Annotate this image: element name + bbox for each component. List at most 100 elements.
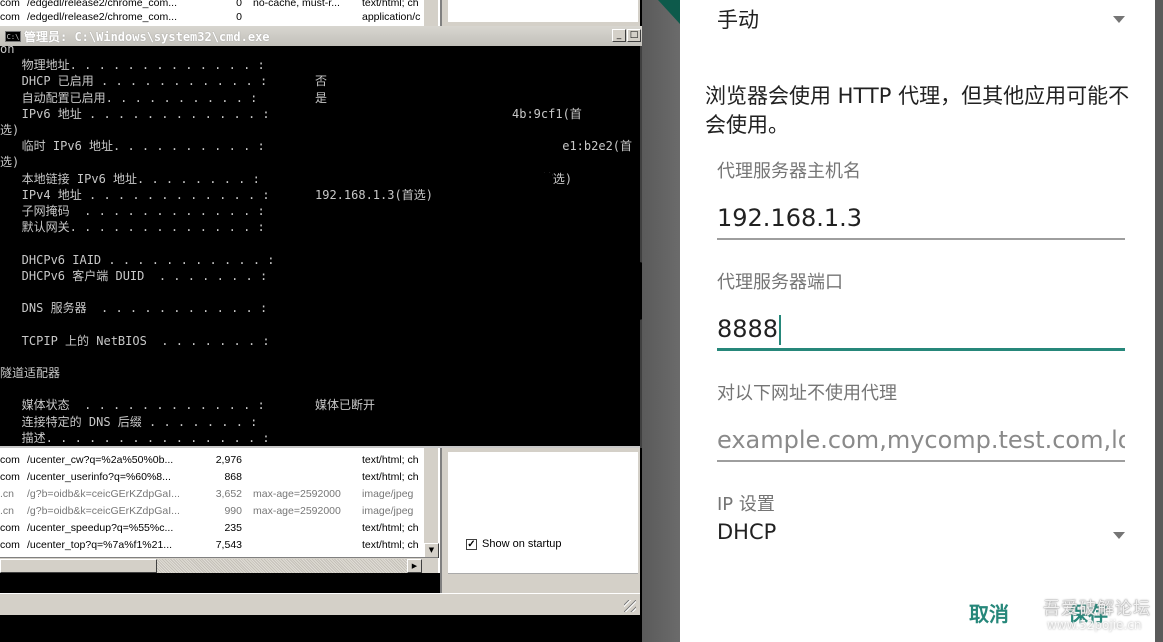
scrollbar-track[interactable] bbox=[157, 559, 407, 573]
console-key: 描述. . . . . . . . . . . . . . . : bbox=[0, 430, 270, 445]
pane-content-top bbox=[448, 0, 638, 22]
scrollbar-thumb[interactable] bbox=[0, 559, 157, 573]
show-on-startup-checkbox[interactable]: ✓ Show on startup bbox=[466, 538, 562, 550]
session-size: 3,652 bbox=[215, 488, 242, 500]
console-key: 默认网关. . . . . . . . . . . . . : bbox=[0, 220, 265, 235]
session-row[interactable]: com/ucenter_userinfo?q=%60%8... 868 text/h… bbox=[0, 469, 425, 486]
console-key: 临时 IPv6 地址. . . . . . . . . . : bbox=[0, 139, 265, 154]
corner-accent bbox=[658, 0, 680, 24]
hostname-input[interactable]: 192.168.1.3 bbox=[717, 200, 1125, 240]
cmd-window: C:\ 管理员: C:\Windows\system32\cmd.exe _ □… bbox=[0, 26, 642, 448]
cancel-button[interactable]: 取消 bbox=[969, 598, 1009, 627]
cmd-console-output[interactable]: on 物理地址. . . . . . . . . . . . . : DHCP … bbox=[0, 46, 640, 448]
session-host: com bbox=[0, 454, 20, 466]
session-url: /g?b=oidb&k=ceicGErKZdpGaI... bbox=[27, 488, 180, 500]
console-line: IPv4 地址 . . . . . . . . . . . . : 192.168… bbox=[0, 187, 433, 203]
watermark-url: www.52pojie.cn bbox=[1047, 618, 1142, 632]
console-line: 默认网关. . . . . . . . . . . . . : bbox=[0, 219, 265, 235]
console-line: DNS 服务器 . . . . . . . . . . . : bbox=[0, 300, 268, 316]
status-bar bbox=[0, 593, 640, 615]
console-line: 媒体状态 . . . . . . . . . . . . : 媒体已断开 bbox=[0, 397, 375, 413]
console-key: 连接特定的 DNS 后缀 . . . . . . . : bbox=[0, 414, 258, 429]
ip-settings-value: DHCP bbox=[717, 520, 777, 544]
proxy-mode-value: 手动 bbox=[717, 8, 759, 32]
show-on-startup-label: Show on startup bbox=[482, 538, 562, 550]
session-size: 235 bbox=[224, 522, 242, 534]
console-key: DHCPv6 客户端 DUID . . . . . . . : bbox=[0, 268, 268, 283]
proxy-mode-dropdown[interactable]: 手动 bbox=[717, 4, 1125, 44]
console-line: DHCPv6 客户端 DUID . . . . . . . : bbox=[0, 268, 268, 284]
console-key: IPv4 地址 . . . . . . . . . . . . : bbox=[0, 187, 270, 202]
session-size: 2,976 bbox=[215, 454, 242, 466]
console-key: 选) bbox=[0, 155, 20, 170]
checkbox-checked-icon[interactable]: ✓ bbox=[466, 538, 477, 550]
session-host: com bbox=[0, 471, 20, 483]
session-size: 990 bbox=[224, 505, 242, 517]
session-type: text/html; ch bbox=[362, 522, 419, 534]
scroll-right-arrow-icon[interactable]: ▶ bbox=[407, 559, 422, 573]
session-url: /edgedl/release2/chrome_com... bbox=[27, 0, 177, 9]
console-value: 192.168.1.3(首选) bbox=[315, 187, 433, 202]
session-size: 868 bbox=[224, 471, 242, 483]
session-cache: max-age=2592000 bbox=[253, 505, 341, 517]
console-key: 隧道适配器 bbox=[0, 366, 61, 380]
console-key: 子网掩码 . . . . . . . . . . . . : bbox=[0, 204, 265, 218]
session-row[interactable]: com/ucenter_speedup?q=%55%c... 235 text/ht… bbox=[0, 520, 425, 537]
maximize-button[interactable]: □ bbox=[627, 29, 641, 42]
redaction-mask bbox=[312, 141, 562, 157]
port-value: 8888 bbox=[717, 315, 779, 343]
minimize-button[interactable]: _ bbox=[612, 29, 626, 42]
session-cache: max-age=2592000 bbox=[253, 488, 341, 500]
session-cache: no-cache, must-r... bbox=[253, 0, 340, 9]
watermark-text: 吾爱破解论坛 bbox=[1043, 599, 1151, 619]
session-host: com bbox=[0, 11, 20, 23]
session-url: /ucenter_top?q=%7a%f1%21... bbox=[27, 539, 173, 551]
session-row[interactable]: com/ucenter_cw?q=%2a%50%0b... 2,976 text/h… bbox=[0, 452, 425, 469]
session-host: com bbox=[0, 539, 20, 551]
console-line: DHCP 已启用 . . . . . . . . . . . : 否 bbox=[0, 73, 327, 89]
session-type: text/html; ch bbox=[362, 471, 419, 483]
console-line: 自动配置已启用. . . . . . . . . . : 是 bbox=[0, 90, 327, 106]
console-key: on bbox=[0, 46, 15, 56]
session-type: text/html; ch bbox=[362, 454, 419, 466]
session-url: /ucenter_speedup?q=%55%c... bbox=[27, 522, 174, 534]
console-key: 自动配置已启用. . . . . . . . . . : bbox=[0, 90, 258, 105]
console-line: 子网掩码 . . . . . . . . . . . . :255.255.25… bbox=[0, 203, 409, 219]
port-input[interactable]: 8888 bbox=[717, 311, 1125, 351]
session-url: /edgedl/release2/chrome_com... bbox=[27, 11, 177, 23]
console-key: TCPIP 上的 NetBIOS . . . . . . . : bbox=[0, 333, 270, 348]
console-value-tail: 4b:9cf1(首 bbox=[512, 106, 582, 121]
console-key: 本地链接 IPv6 地址. . . . . . . . : bbox=[0, 171, 260, 186]
console-value-tail: 1e1:b2e2(首 bbox=[555, 139, 633, 154]
console-key: 选) bbox=[0, 123, 20, 137]
hostname-value: 192.168.1.3 bbox=[717, 204, 863, 232]
redaction-mask bbox=[312, 444, 632, 446]
resize-grip-icon[interactable] bbox=[624, 600, 636, 612]
session-url: /ucenter_userinfo?q=%60%8... bbox=[27, 471, 171, 483]
session-host: com bbox=[0, 522, 20, 534]
ip-settings-label: IP 设置 bbox=[717, 494, 775, 515]
session-row[interactable]: com/ucenter_top?q=%7a%f1%21... 7,543 text/… bbox=[0, 537, 425, 554]
bypass-input[interactable]: example.com,mycomp.test.com,localhost bbox=[717, 422, 1125, 462]
session-size: 7,543 bbox=[215, 539, 242, 551]
session-row[interactable]: .cn/g?b=oidb&k=ceicGErKZdpGaI... 3,652 max… bbox=[0, 486, 425, 503]
session-host: .cn bbox=[0, 488, 15, 500]
console-line: on bbox=[0, 46, 14, 57]
cmd-app-icon: C:\ bbox=[5, 30, 21, 42]
proxy-note-text: 浏览器会使用 HTTP 代理，但其他应用可能不会使用。 bbox=[705, 84, 1130, 137]
windows-desktop: com /edgedl/release2/chrome_com... 0 no-… bbox=[0, 0, 680, 642]
session-row[interactable]: .cn/g?b=oidb&k=ceicGErKZdpGaI... 990 max-a… bbox=[0, 503, 425, 520]
cmd-window-title: 管理员: C:\Windows\system32\cmd.exe bbox=[24, 29, 270, 44]
cmd-title-bar[interactable]: C:\ 管理员: C:\Windows\system32\cmd.exe _ □ bbox=[0, 26, 642, 46]
ip-settings-dropdown[interactable]: DHCP bbox=[717, 520, 1125, 560]
session-list-horizontal-scrollbar[interactable]: ▶ bbox=[0, 557, 438, 573]
console-line: 描述. . . . . . . . . . . . . . . : bbox=[0, 430, 270, 446]
session-type: image/jpeg bbox=[362, 488, 414, 500]
scroll-down-arrow-icon[interactable]: ▼ bbox=[424, 543, 439, 558]
console-key: 媒体状态 . . . . . . . . . . . . : bbox=[0, 398, 265, 413]
session-row[interactable]: com /edgedl/release2/chrome_com... 0 app… bbox=[0, 9, 425, 26]
text-cursor bbox=[779, 315, 782, 345]
hostname-label: 代理服务器主机名 bbox=[717, 161, 861, 182]
console-line: 隧道适配器 bbox=[0, 365, 60, 381]
bypass-label: 对以下网址不使用代理 bbox=[717, 383, 897, 404]
